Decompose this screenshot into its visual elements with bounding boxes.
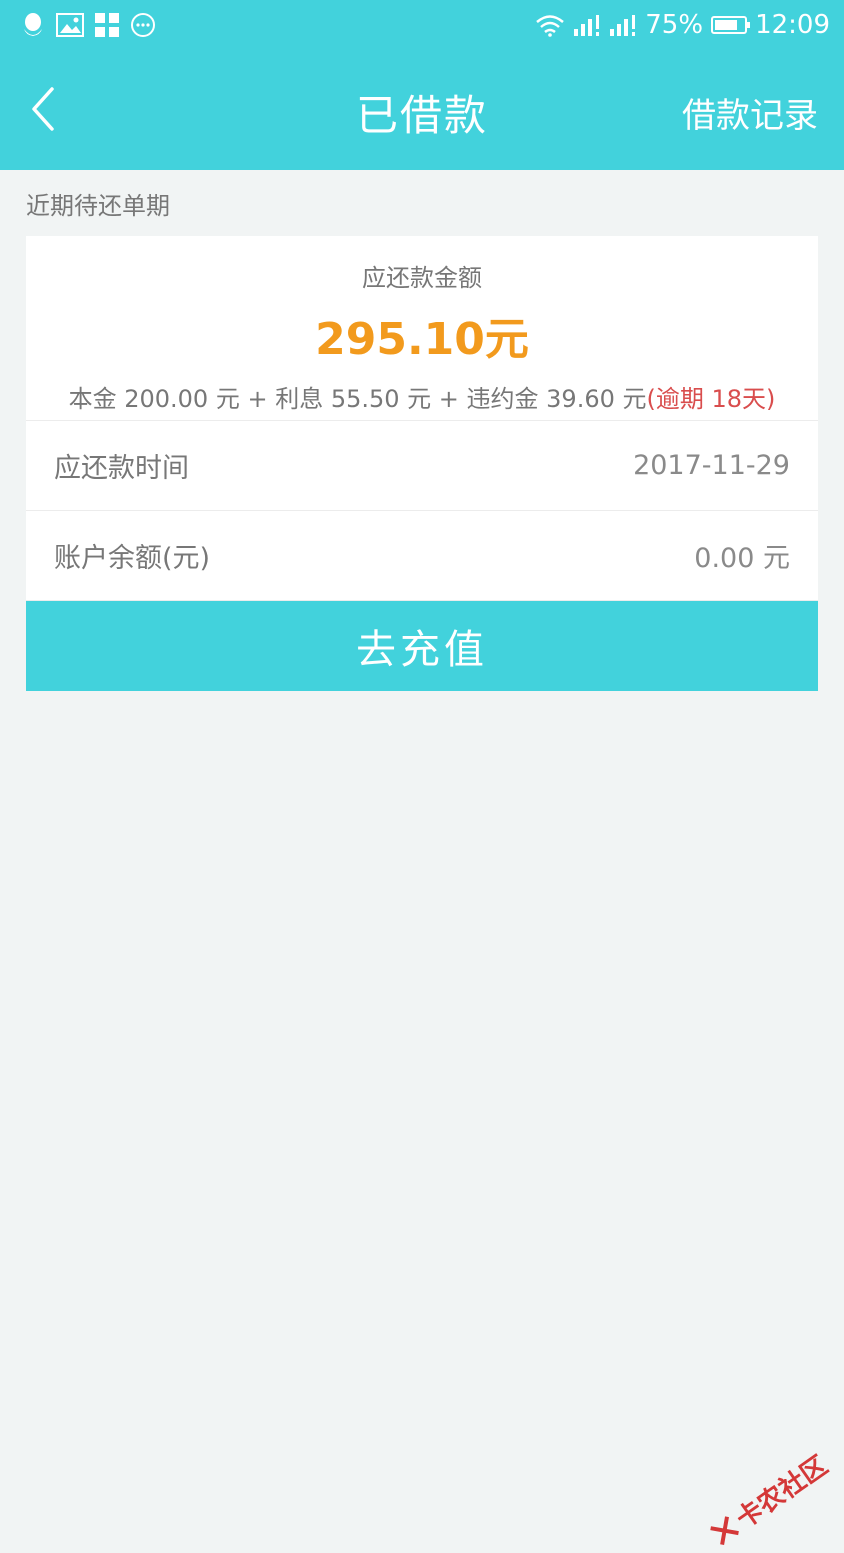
status-bar: 75% 12:09 [0,0,844,50]
signal-icon [574,15,600,36]
account-balance-row: 账户余额(元) 0.00 元 [26,511,818,601]
account-balance-label: 账户余额(元) [54,543,211,574]
due-date-row: 应还款时间 2017-11-29 [26,421,818,511]
due-date-value: 2017-11-29 [633,450,790,481]
qq-icon [24,13,42,36]
app-bar: 75% 12:09 已借款 借款记录 [0,0,844,170]
apps-icon [95,13,119,37]
watermark-text: 卡农社区 [731,1450,834,1535]
section-label: 近期待还单期 [26,192,170,220]
overdue-badge: (逾期 18天) [646,385,776,413]
breakdown-text: 本金 200.00 元 + 利息 55.50 元 + 违约金 39.60 元 [68,385,647,413]
loan-history-link[interactable]: 借款记录 [682,88,818,137]
due-date-label: 应还款时间 [54,453,189,484]
clock: 12:09 [755,10,830,40]
signal-icon-2 [610,15,636,36]
battery-icon [711,16,751,34]
wifi-icon [536,15,565,37]
system-status: 75% 12:09 [535,8,830,42]
image-icon [56,13,84,37]
repayment-summary: 应还款金额 295.10元 本金 200.00 元 + 利息 55.50 元 +… [26,236,818,421]
notification-icons [20,10,156,40]
recharge-button[interactable]: 去充值 [26,601,818,691]
amount-breakdown: 本金 200.00 元 + 利息 55.50 元 + 违约金 39.60 元(逾… [26,379,818,414]
amount-due-label: 应还款金额 [362,264,482,292]
battery-percent: 75% [645,10,704,40]
account-balance-value: 0.00 元 [694,543,790,574]
repayment-card: 应还款金额 295.10元 本金 200.00 元 + 利息 55.50 元 +… [26,236,818,691]
message-icon [131,13,155,37]
watermark: 卡农社区 [703,1446,834,1553]
navigation-bar: 已借款 借款记录 [0,60,844,160]
amount-due-value: 295.10元 [315,314,529,365]
